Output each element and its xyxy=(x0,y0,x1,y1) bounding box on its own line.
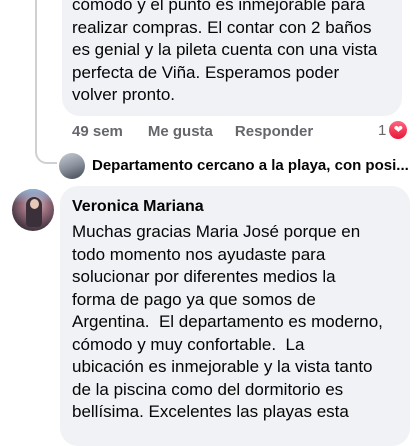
avatar[interactable] xyxy=(12,189,54,231)
reaction-count: 1 xyxy=(378,121,387,139)
comment-line: de la piscina como del dormitorio es xyxy=(72,379,344,399)
comment-line: cómodo y el punto es inmejorable para xyxy=(72,0,365,14)
post-thumbnail[interactable] xyxy=(59,153,85,179)
comment-text: Muchas gracias Maria José porque en todo… xyxy=(72,221,402,424)
previous-comment-text: cómodo y el punto es inmejorable para re… xyxy=(72,0,402,107)
comment-line: realizar compras. El contar con 2 baños xyxy=(72,17,372,37)
thread-connector-line xyxy=(35,0,37,152)
post-reference-link[interactable]: Departamento cercano a la playa, con pos… xyxy=(92,156,412,176)
comment-line: volver pronto. xyxy=(72,85,175,104)
comment-line: es genial y la pileta cuenta con una vis… xyxy=(72,40,378,59)
comment-line: solucionar por diferentes medios la xyxy=(72,267,336,286)
comment-line: forma de pago ya que somos de xyxy=(72,289,316,309)
comment-line: ubicación es inmejorable y la vista tant… xyxy=(72,357,373,376)
reaction-summary[interactable]: 1 ❤ xyxy=(378,120,408,140)
comment-actions: 49 sem Me gusta Responder xyxy=(72,121,313,141)
comment-line: cómodo y muy confortable. La xyxy=(72,334,305,354)
comment-timestamp[interactable]: 49 sem xyxy=(72,123,123,140)
comment-line: Muchas gracias Maria José porque en xyxy=(72,222,361,241)
post-reference-title: Departamento cercano a la playa, con pos… xyxy=(92,157,409,174)
comment-line: todo momento nos ayudaste para xyxy=(72,244,326,264)
comment-line: Argentina. El departamento es moderno, xyxy=(72,312,383,331)
comment-line: perfecta de Viña. Esperamos poder xyxy=(72,62,340,82)
heart-icon: ❤ xyxy=(389,121,408,139)
comment-author[interactable]: Veronica Mariana xyxy=(72,197,204,217)
reply-button[interactable]: Responder xyxy=(235,123,313,140)
thread-connector-curve xyxy=(35,150,57,164)
like-button[interactable]: Me gusta xyxy=(148,123,213,140)
comment-line: bellísima. Excelentes las playas esta xyxy=(72,402,349,421)
